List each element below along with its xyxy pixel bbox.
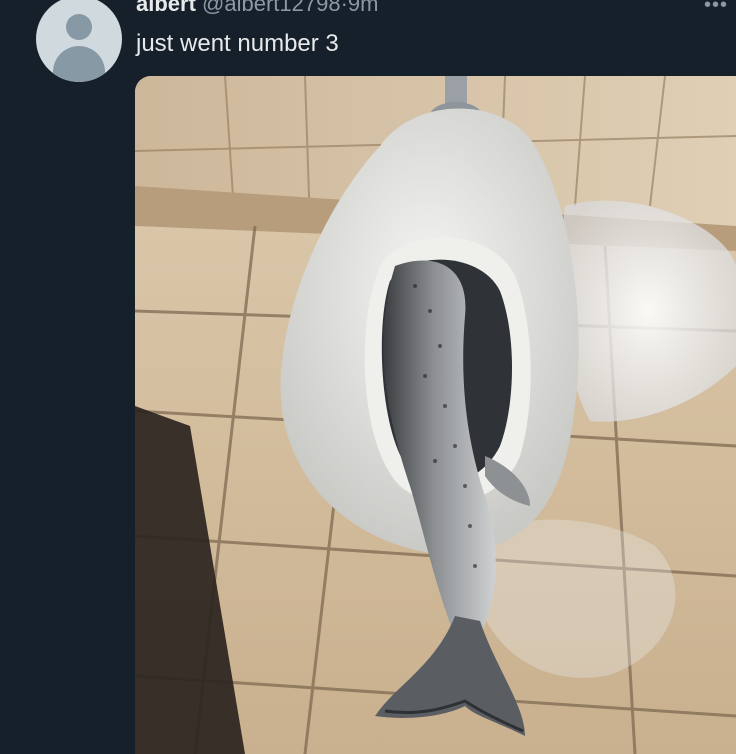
avatar[interactable] <box>36 0 122 82</box>
tweet-header: albert @albert12798·9m <box>136 0 378 18</box>
avatar-placeholder-body <box>53 46 105 82</box>
tweet-media[interactable] <box>135 76 736 754</box>
avatar-placeholder-head <box>66 14 92 40</box>
author-handle[interactable]: @albert12798 <box>202 0 341 16</box>
tweet-text: just went number 3 <box>136 30 339 57</box>
photo-salmon-in-toilet <box>135 76 736 754</box>
tweet[interactable]: albert @albert12798·9m ••• just went num… <box>0 0 736 754</box>
separator: · <box>340 0 348 16</box>
more-dots-icon[interactable]: ••• <box>704 0 728 17</box>
author-display-name[interactable]: albert <box>136 0 196 16</box>
timestamp[interactable]: 9m <box>348 0 379 16</box>
